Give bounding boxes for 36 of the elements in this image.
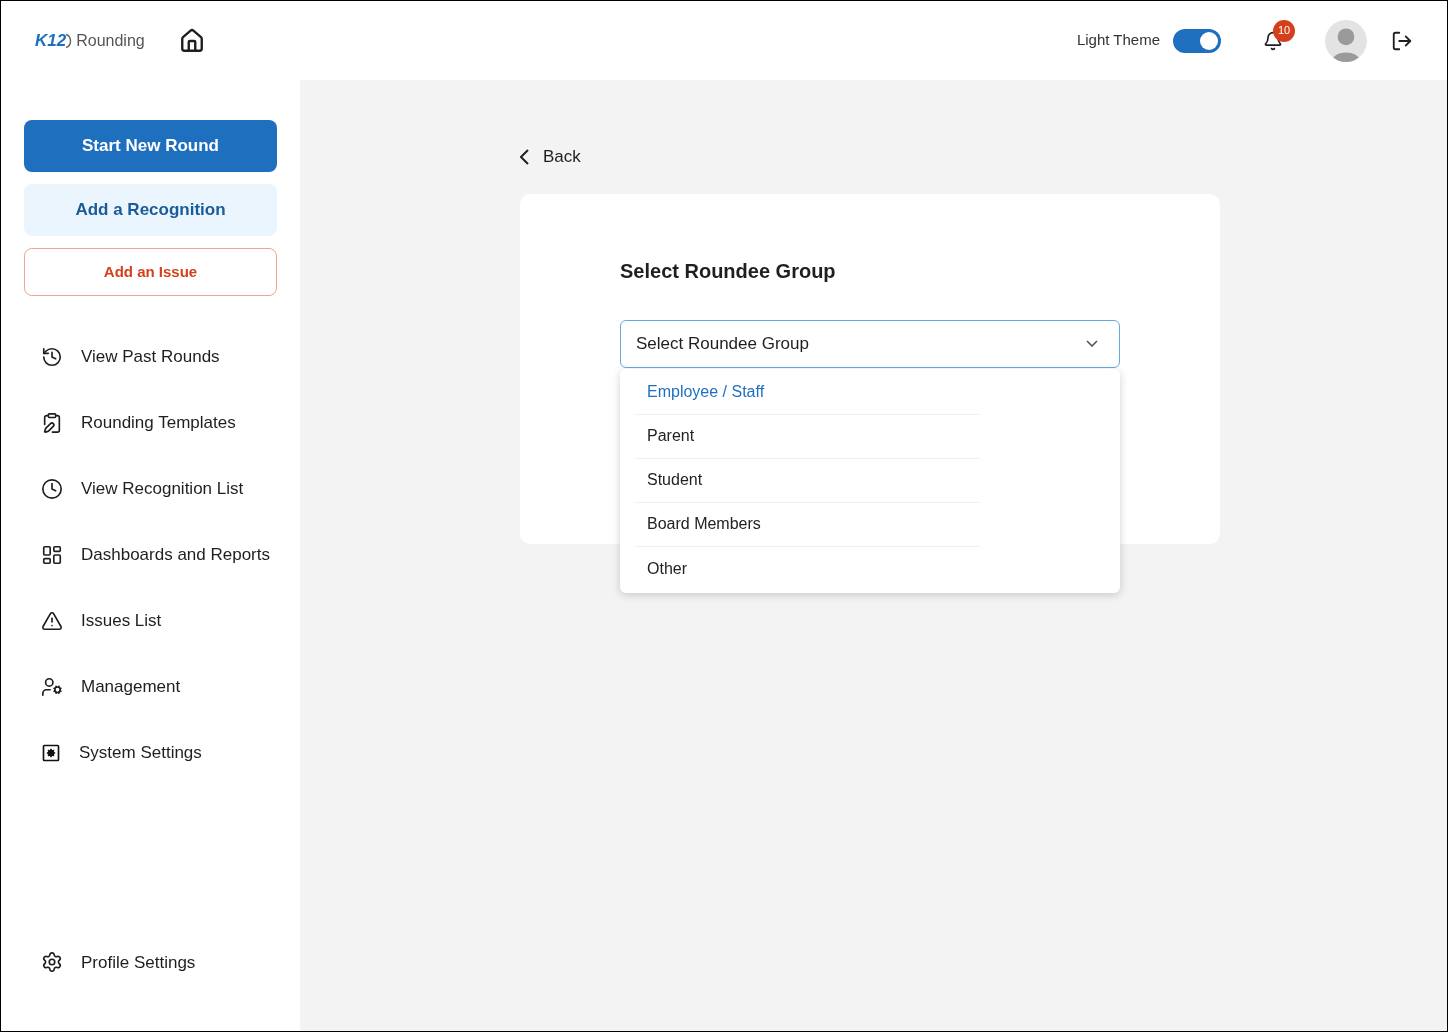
start-round-button[interactable]: Start New Round [24, 120, 277, 172]
dropdown-option[interactable]: Employee / Staff [635, 370, 980, 415]
warning-icon [41, 610, 63, 632]
settings-icon [41, 743, 61, 763]
add-issue-button[interactable]: Add an Issue [24, 248, 277, 296]
back-link[interactable]: Back [520, 144, 581, 170]
dropdown-option[interactable]: Student [635, 458, 980, 503]
add-recognition-button[interactable]: Add a Recognition [24, 184, 277, 236]
logo-mark: K12 [35, 27, 75, 54]
clipboard-pen-icon [41, 412, 63, 434]
nav-item[interactable]: View Past Rounds [81, 344, 220, 370]
user-gear-icon [41, 676, 63, 698]
nav-item[interactable]: Rounding Templates [81, 410, 236, 436]
notification-badge: 10 [1273, 19, 1295, 42]
nav-item[interactable]: View Recognition List [81, 476, 244, 502]
nav-item[interactable]: Management [81, 674, 181, 700]
dropdown-option[interactable]: Parent [635, 414, 980, 459]
dropdown-option[interactable]: Other [635, 546, 980, 591]
dashboard-icon [41, 544, 63, 566]
select-field[interactable]: Select Roundee Group [620, 319, 1120, 368]
nav-item[interactable]: System Settings [79, 740, 202, 766]
logo-text: Rounding [76, 30, 145, 51]
chevron-left-icon [520, 148, 529, 165]
nav-item[interactable]: Dashboards and Reports [81, 542, 270, 568]
home-icon[interactable] [178, 27, 205, 54]
nav-item[interactable]: Profile Settings [81, 949, 196, 975]
nav-item[interactable]: Issues List [81, 608, 162, 634]
dropdown-option[interactable]: Board Members [635, 502, 980, 547]
chevron-icon [1086, 340, 1098, 347]
history-icon [41, 346, 63, 368]
gear-icon [41, 951, 63, 974]
theme-toggle[interactable] [1173, 28, 1221, 53]
avatar[interactable] [1325, 19, 1367, 62]
logout-icon[interactable] [1391, 29, 1413, 52]
theme-label: Light Theme [1076, 30, 1160, 51]
card-title: Select Roundee Group [620, 258, 837, 284]
